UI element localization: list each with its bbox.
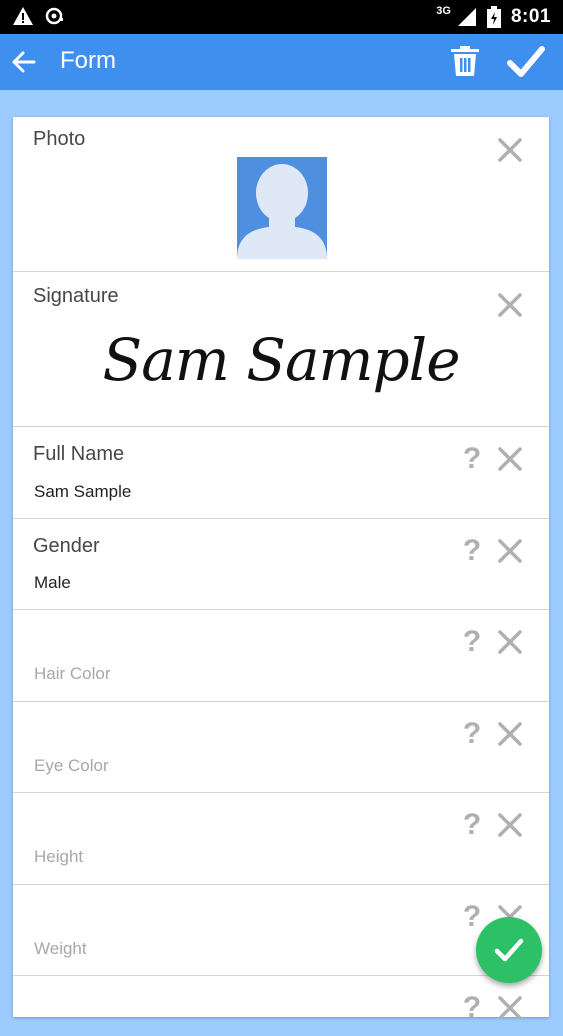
warning-icon: [13, 7, 33, 25]
submit-fab[interactable]: [476, 917, 542, 983]
close-icon[interactable]: [497, 629, 523, 655]
gender-label: Gender: [33, 535, 100, 557]
signature-label: Signature: [33, 285, 119, 307]
signature-field[interactable]: Signature Sam Sample: [13, 272, 549, 427]
battery-icon: [486, 6, 501, 28]
sync-icon: [45, 7, 63, 25]
hair-color-field[interactable]: Hair Color ?: [13, 610, 549, 702]
full-name-value[interactable]: Sam Sample: [34, 482, 131, 502]
page-title: Form: [60, 47, 116, 74]
status-bar: 3G 8:01: [0, 0, 563, 34]
photo-field[interactable]: Photo: [13, 117, 549, 272]
help-icon[interactable]: ?: [461, 536, 483, 566]
help-icon[interactable]: ?: [461, 993, 483, 1023]
eye-color-field[interactable]: Eye Color ?: [13, 702, 549, 793]
trash-icon[interactable]: [448, 44, 482, 78]
help-icon[interactable]: ?: [461, 444, 483, 474]
app-bar: Form: [0, 34, 563, 90]
next-field[interactable]: ?: [13, 976, 549, 1036]
full-name-field[interactable]: Full Name Sam Sample ?: [13, 427, 549, 519]
avatar-silhouette: [237, 157, 327, 259]
height-field[interactable]: Height ?: [13, 793, 549, 885]
status-time: 8:01: [510, 6, 551, 27]
signal-icon: [457, 8, 476, 26]
check-icon: [494, 938, 524, 962]
full-name-label: Full Name: [33, 443, 125, 465]
height-placeholder[interactable]: Height: [34, 847, 83, 867]
close-icon[interactable]: [497, 995, 523, 1021]
close-icon[interactable]: [497, 446, 523, 472]
weight-placeholder[interactable]: Weight: [34, 939, 87, 959]
check-icon[interactable]: [507, 44, 545, 80]
help-icon[interactable]: ?: [461, 627, 483, 657]
close-icon[interactable]: [497, 538, 523, 564]
close-icon[interactable]: [497, 721, 523, 747]
gender-value[interactable]: Male: [34, 573, 71, 593]
weight-field[interactable]: Weight ?: [13, 885, 549, 976]
network-type: 3G: [436, 5, 451, 17]
back-arrow-icon[interactable]: [10, 48, 38, 76]
photo-label: Photo: [33, 128, 86, 150]
close-icon[interactable]: [497, 137, 523, 163]
signature-image: Sam Sample: [102, 326, 460, 394]
help-icon[interactable]: ?: [461, 719, 483, 749]
close-icon[interactable]: [497, 812, 523, 838]
help-icon[interactable]: ?: [461, 810, 483, 840]
form-card: Photo Signature Sam Sample Full Name Sam…: [13, 117, 549, 1023]
close-icon[interactable]: [497, 292, 523, 318]
eye-color-placeholder[interactable]: Eye Color: [34, 756, 109, 776]
hair-color-placeholder[interactable]: Hair Color: [34, 664, 111, 684]
gender-field[interactable]: Gender Male ?: [13, 519, 549, 610]
help-icon[interactable]: ?: [461, 902, 483, 932]
